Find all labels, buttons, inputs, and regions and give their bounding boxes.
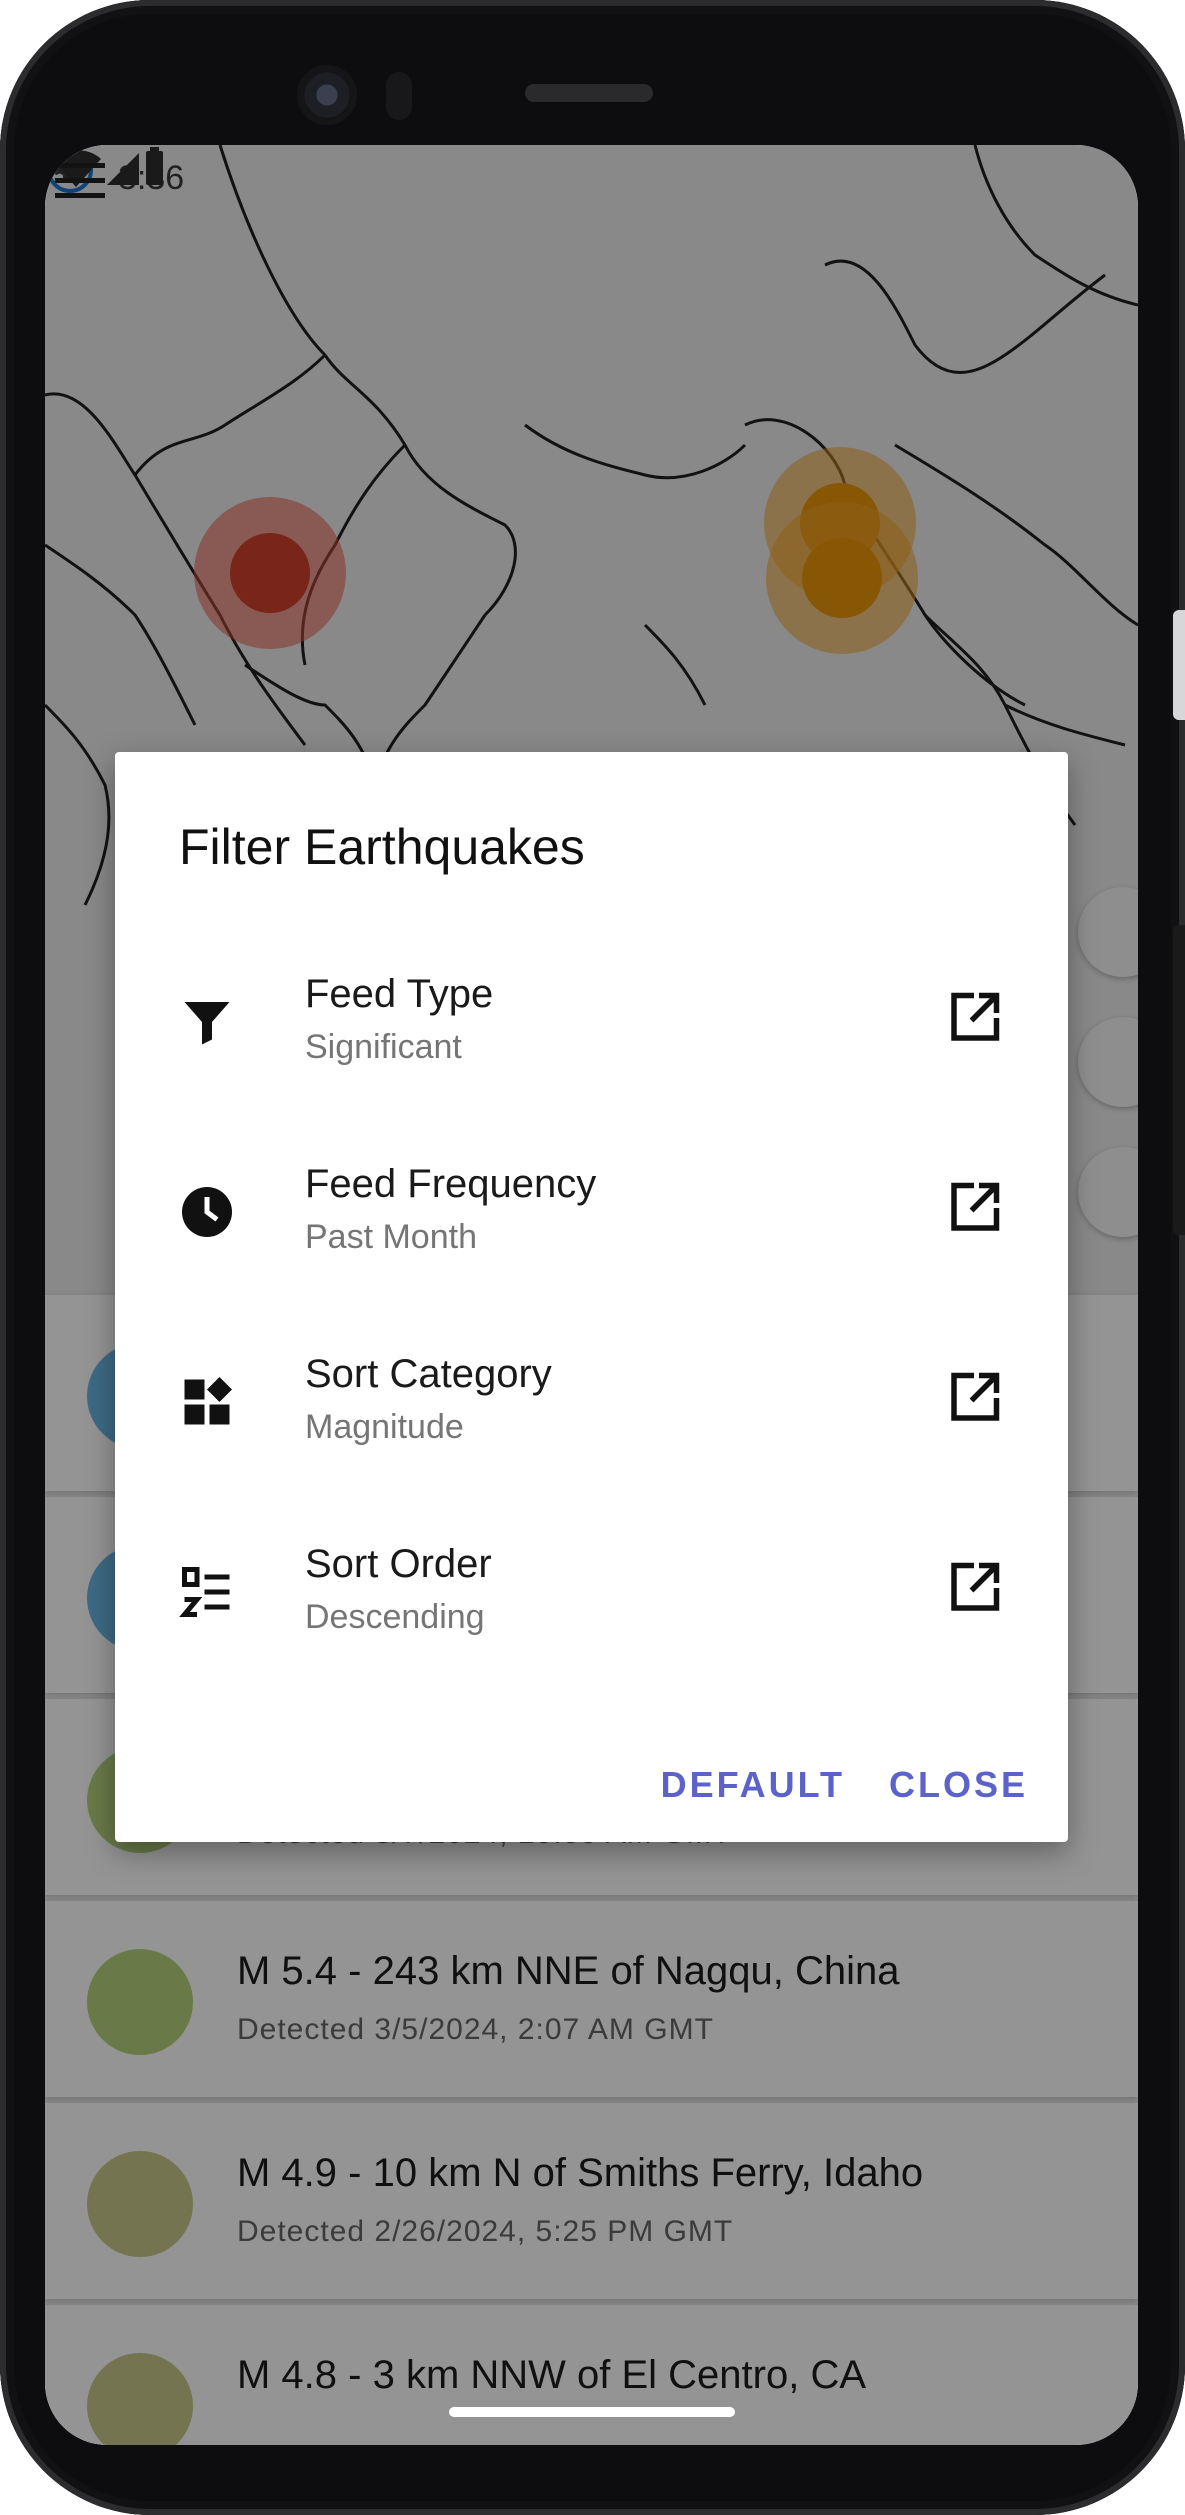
- dialog-title: Filter Earthquakes: [179, 819, 585, 875]
- filter-row-value: Magnitude: [305, 1408, 464, 1446]
- default-button[interactable]: DEFAULT: [661, 1760, 845, 1810]
- dialog-actions: DEFAULT CLOSE: [661, 1760, 1028, 1810]
- sort-order-icon: [179, 1567, 230, 1617]
- filter-dialog: Filter Earthquakes Feed Type Significant: [115, 752, 1068, 1842]
- open-in-new-icon[interactable]: [944, 1558, 1004, 1618]
- power-button: [1173, 925, 1185, 1235]
- open-in-new-icon[interactable]: [944, 1178, 1004, 1238]
- phone-frame: 3:36: [0, 0, 1185, 2515]
- filter-row-value: Past Month: [305, 1218, 477, 1256]
- open-in-new-icon[interactable]: [944, 1368, 1004, 1428]
- filter-row-value: Significant: [305, 1028, 462, 1066]
- proximity-sensor: [386, 72, 412, 120]
- earpiece-speaker: [525, 84, 653, 102]
- screen: 3:36: [45, 145, 1138, 2445]
- filter-row-title: Sort Order: [305, 1542, 492, 1586]
- filter-row-feed-frequency[interactable]: Feed Frequency Past Month: [115, 1142, 1068, 1322]
- filter-row-value: Descending: [305, 1598, 485, 1636]
- close-button[interactable]: CLOSE: [889, 1760, 1028, 1810]
- filter-icon: [184, 1002, 230, 1045]
- filter-row-sort-category[interactable]: Sort Category Magnitude: [115, 1332, 1068, 1512]
- category-icon: [184, 1377, 232, 1425]
- front-camera: [297, 65, 357, 125]
- gesture-nav-handle[interactable]: [449, 2407, 735, 2417]
- filter-row-feed-type[interactable]: Feed Type Significant: [115, 952, 1068, 1132]
- open-in-new-icon[interactable]: [944, 988, 1004, 1048]
- filter-row-title: Feed Type: [305, 972, 494, 1016]
- filter-row-sort-order[interactable]: Sort Order Descending: [115, 1522, 1068, 1702]
- filter-row-title: Sort Category: [305, 1352, 552, 1396]
- filter-row-title: Feed Frequency: [305, 1162, 597, 1206]
- volume-button: [1173, 610, 1185, 720]
- clock-icon: [182, 1187, 232, 1237]
